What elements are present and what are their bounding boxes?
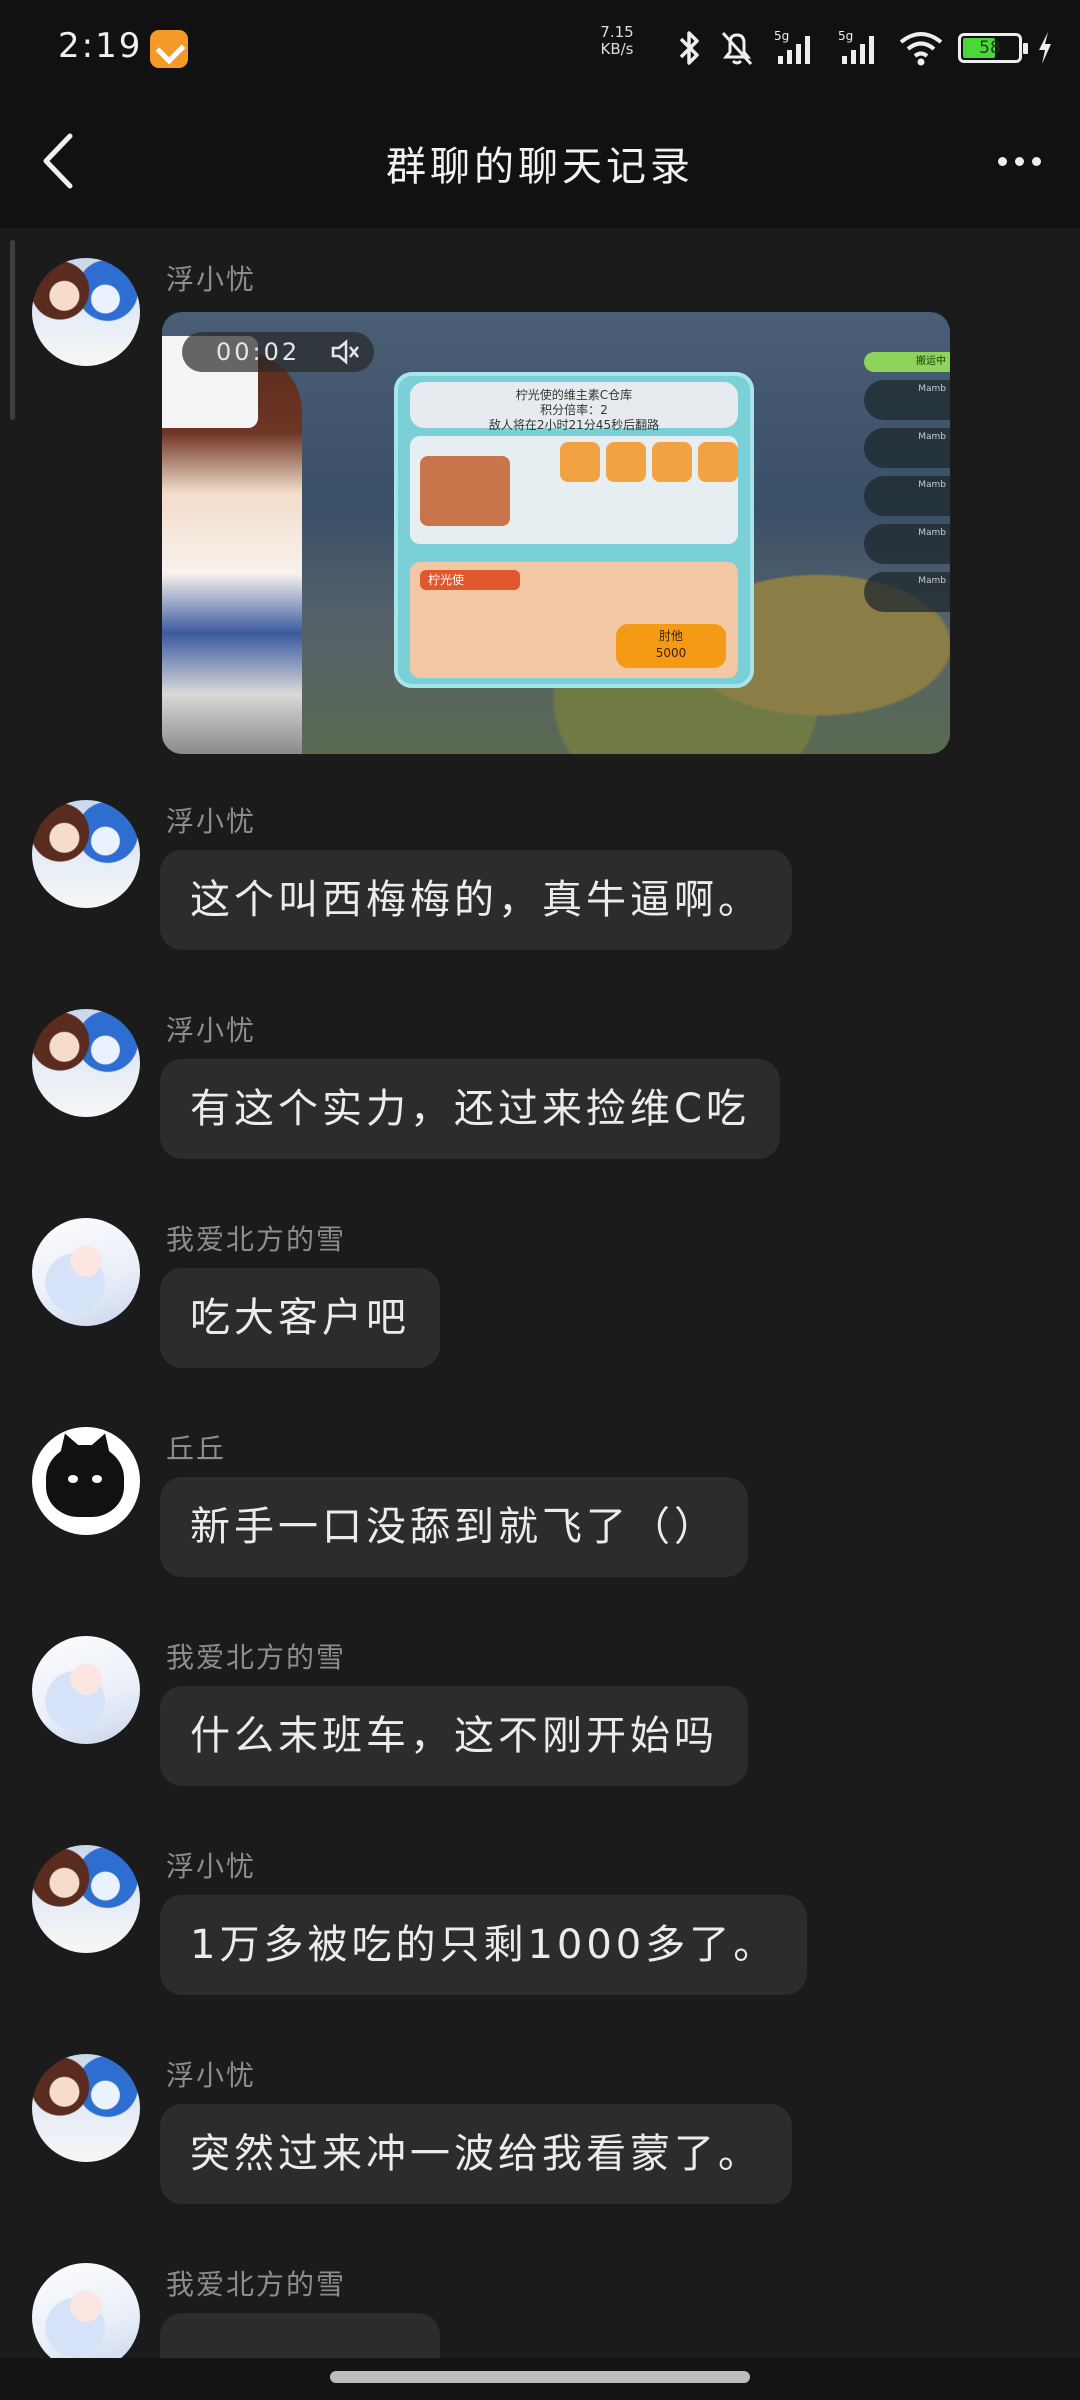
message-bubble[interactable]: 有这个实力，还过来捡维C吃 bbox=[160, 1059, 780, 1159]
video-panel-slot bbox=[698, 442, 738, 482]
video-panel-title: 柠光使的维主素C仓库 积分倍率：2 敌人将在2小时21分45秒后翻路 bbox=[410, 382, 738, 432]
message-bubble[interactable]: 吃大客户吧 bbox=[160, 1268, 440, 1368]
message-bubble[interactable] bbox=[160, 2313, 440, 2358]
video-panel-item bbox=[420, 456, 510, 526]
more-dot-icon bbox=[997, 156, 1007, 166]
message-item: 我爱北方的雪 吃大客户吧 bbox=[0, 1218, 1080, 1378]
avatar[interactable] bbox=[32, 1009, 140, 1117]
cat-avatar-icon bbox=[46, 1445, 124, 1517]
video-panel-button-value: 5000 bbox=[655, 646, 687, 660]
message-bubble[interactable]: 1万多被吃的只剩1000多了。 bbox=[160, 1895, 808, 1995]
video-panel-slot bbox=[560, 442, 600, 482]
video-panel-title-line: 柠光使的维主素C仓库 bbox=[515, 388, 633, 402]
video-panel-grid bbox=[410, 436, 738, 544]
status-icons: 5g 5g 58 bbox=[674, 26, 1054, 70]
sender-name: 浮小忧 bbox=[166, 1850, 257, 1883]
more-options-button[interactable] bbox=[984, 126, 1054, 196]
avatar[interactable] bbox=[32, 1427, 140, 1535]
message-item: 浮小忧 有这个实力，还过来捡维C吃 bbox=[0, 1009, 1080, 1169]
sender-name: 浮小忧 bbox=[166, 2059, 257, 2092]
video-message[interactable]: 00:02 柠光使的维主素C仓库 积分倍率：2 敌人将在2小时21分45秒后翻路 bbox=[162, 312, 950, 754]
avatar[interactable] bbox=[32, 1218, 140, 1326]
more-dot-icon bbox=[1014, 156, 1024, 166]
message-bubble[interactable]: 什么末班车，这不刚开始吗 bbox=[160, 1686, 748, 1786]
message-bubble[interactable]: 突然过来冲一波给我看蒙了。 bbox=[160, 2104, 792, 2204]
home-indicator-bar[interactable] bbox=[330, 2371, 750, 2383]
network-speed-unit: KB/s bbox=[600, 40, 634, 58]
sender-name: 我爱北方的雪 bbox=[166, 1641, 347, 1674]
video-panel-bottom: 柠光使 肘他 5000 bbox=[410, 562, 738, 678]
avatar[interactable] bbox=[32, 1636, 140, 1744]
sender-name: 我爱北方的雪 bbox=[166, 1223, 347, 1256]
avatar[interactable] bbox=[32, 800, 140, 908]
message-item: 我爱北方的雪 bbox=[0, 2263, 1080, 2358]
battery-level: 58 bbox=[979, 38, 1001, 58]
chat-history[interactable]: 浮小忧 00:02 柠光使的维主素C仓库 积分倍率：2 敌人将在2小时21分45… bbox=[0, 228, 1080, 2358]
video-timer-pill: 00:02 bbox=[182, 332, 374, 372]
video-panel-button: 肘他 5000 bbox=[616, 624, 726, 668]
sender-name: 浮小忧 bbox=[166, 805, 257, 838]
more-dot-icon bbox=[1031, 156, 1041, 166]
bluetooth-icon bbox=[679, 31, 699, 65]
avatar[interactable] bbox=[32, 2263, 140, 2358]
message-item: 我爱北方的雪 什么末班车，这不刚开始吗 bbox=[0, 1636, 1080, 1796]
app-notification-icon bbox=[150, 30, 188, 68]
status-time: 2:19 bbox=[58, 26, 143, 66]
sender-name: 浮小忧 bbox=[166, 263, 257, 296]
video-panel-title-line: 敌人将在2小时21分45秒后翻路 bbox=[488, 418, 660, 432]
sender-name: 浮小忧 bbox=[166, 1014, 257, 1047]
wifi-icon bbox=[899, 32, 943, 66]
network-speed-value: 7.15 bbox=[600, 23, 634, 41]
video-panel-title-line: 积分倍率：2 bbox=[540, 403, 608, 417]
signal-5g-icon-2: 5g bbox=[838, 29, 874, 64]
video-side-item: 搬运中 bbox=[864, 352, 950, 372]
message-item: 浮小忧 这个叫西梅梅的，真牛逼啊。 bbox=[0, 800, 1080, 960]
status-bar: 2:19 7.15 KB/s 5g 5g 58 bbox=[0, 0, 1080, 96]
video-side-list: 搬运中 Mamb Mamb Mamb Mamb Mamb bbox=[864, 352, 950, 612]
video-panel-button-label: 肘他 bbox=[658, 629, 683, 643]
video-side-item: Mamb bbox=[864, 524, 950, 564]
message-item: 丘丘 新手一口没舔到就飞了（） bbox=[0, 1427, 1080, 1587]
video-side-item: Mamb bbox=[864, 380, 950, 420]
video-side-item: Mamb bbox=[864, 428, 950, 468]
message-bubble[interactable]: 这个叫西梅梅的，真牛逼啊。 bbox=[160, 850, 792, 950]
avatar[interactable] bbox=[32, 258, 140, 366]
network-speed: 7.15 KB/s bbox=[592, 24, 642, 58]
message-item: 浮小忧 突然过来冲一波给我看蒙了。 bbox=[0, 2054, 1080, 2214]
message-bubble[interactable]: 新手一口没舔到就飞了（） bbox=[160, 1477, 748, 1577]
video-game-panel: 柠光使的维主素C仓库 积分倍率：2 敌人将在2小时21分45秒后翻路 柠光使 肘… bbox=[394, 372, 754, 688]
sender-name: 我爱北方的雪 bbox=[166, 2268, 347, 2301]
page-title: 群聊的聊天记录 bbox=[386, 144, 694, 190]
video-side-item: Mamb bbox=[864, 476, 950, 516]
speaker-muted-icon[interactable] bbox=[330, 338, 360, 366]
video-panel-slot bbox=[606, 442, 646, 482]
nav-bar: 群聊的聊天记录 bbox=[0, 96, 1080, 228]
sender-name: 丘丘 bbox=[166, 1432, 227, 1465]
charging-bolt-icon bbox=[1039, 32, 1051, 64]
video-panel-slot bbox=[652, 442, 692, 482]
svg-text:5g: 5g bbox=[838, 29, 853, 43]
video-duration: 00:02 bbox=[216, 338, 301, 366]
message-item: 浮小忧 00:02 柠光使的维主素C仓库 积分倍率：2 敌人将在2小时21分45… bbox=[0, 258, 1080, 768]
avatar[interactable] bbox=[32, 1845, 140, 1953]
svg-text:5g: 5g bbox=[774, 29, 789, 43]
home-indicator bbox=[0, 2358, 1080, 2400]
signal-5g-icon-1: 5g bbox=[774, 29, 810, 64]
bell-muted-icon bbox=[721, 31, 753, 66]
battery-icon: 58 bbox=[958, 33, 1028, 63]
message-item: 浮小忧 1万多被吃的只剩1000多了。 bbox=[0, 1845, 1080, 2005]
video-side-item: Mamb bbox=[864, 572, 950, 612]
avatar[interactable] bbox=[32, 2054, 140, 2162]
video-panel-tag: 柠光使 bbox=[420, 570, 520, 590]
